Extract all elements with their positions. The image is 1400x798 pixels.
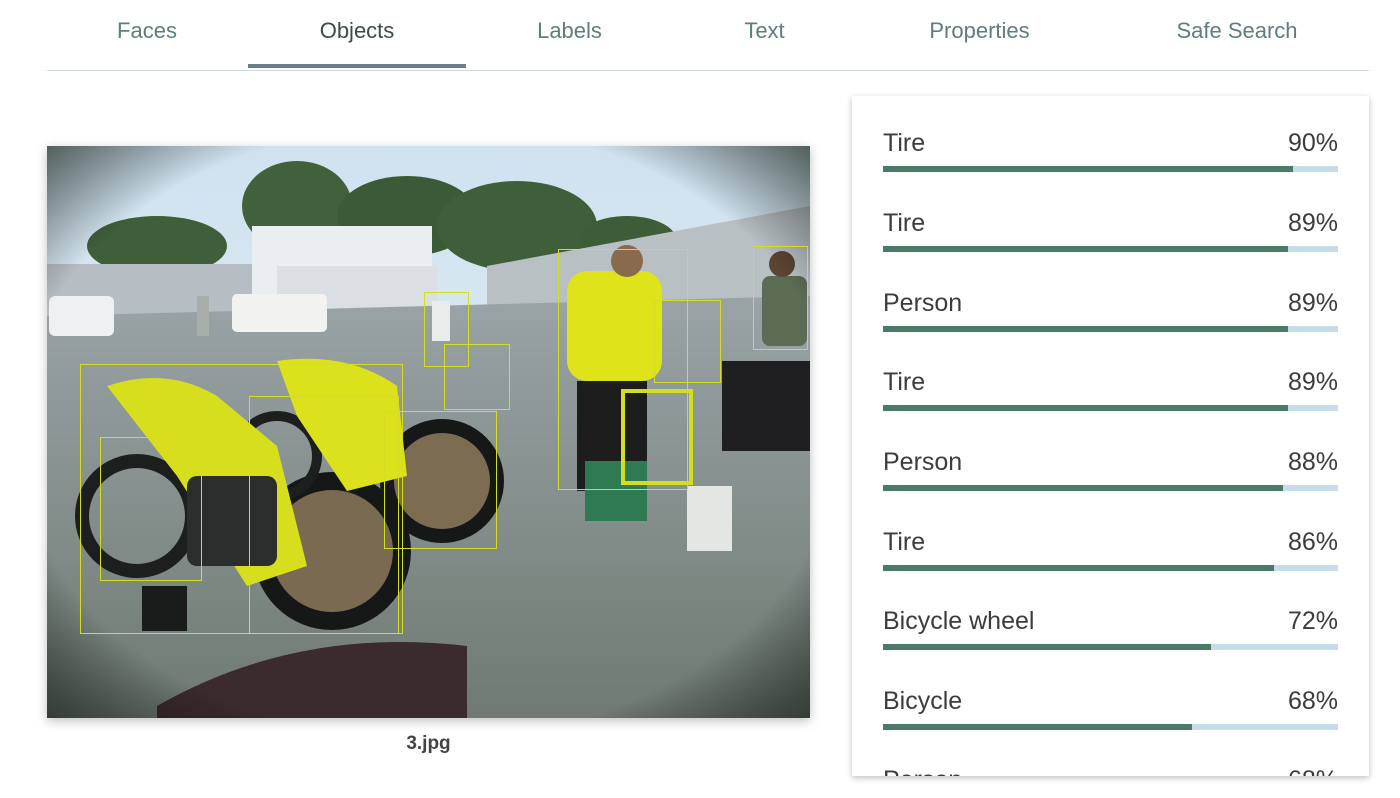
bbox-tire-1[interactable]: [100, 437, 202, 581]
score-bar-track: [883, 644, 1338, 650]
result-row[interactable]: Tire 89%: [883, 368, 1338, 428]
result-row[interactable]: Person 89%: [883, 289, 1338, 349]
tab-text[interactable]: Text: [687, 0, 842, 68]
tab-properties[interactable]: Properties: [877, 0, 1082, 68]
result-row[interactable]: Tire 90%: [883, 129, 1338, 189]
result-label: Person: [883, 289, 963, 317]
result-label: Tire: [883, 528, 926, 556]
score-bar-fill: [883, 724, 1193, 730]
bbox-tire-2[interactable]: [249, 396, 399, 634]
result-label: Person: [883, 766, 962, 776]
score-bar-fill: [883, 485, 1284, 491]
score-bar-track: [883, 246, 1338, 252]
score-bar-fill: [883, 246, 1288, 252]
score-bar-track: [883, 326, 1338, 332]
tab-labels[interactable]: Labels: [487, 0, 652, 68]
score-bar-track: [883, 485, 1338, 491]
tab-objects[interactable]: Objects: [247, 0, 467, 68]
score-bar-fill: [883, 166, 1293, 172]
image-filename: 3.jpg: [406, 733, 451, 754]
result-row[interactable]: Person 68%: [883, 766, 1338, 776]
score-bar-fill: [883, 405, 1288, 411]
result-score: 68%: [1287, 687, 1338, 715]
result-score: 68%: [1288, 766, 1338, 776]
score-bar-track: [883, 166, 1338, 172]
tab-safe-search[interactable]: Safe Search: [1127, 0, 1347, 68]
result-score: 89%: [1287, 289, 1338, 317]
result-row[interactable]: Person 88%: [883, 448, 1338, 508]
tab-bar: Faces Objects Labels Text Properties Saf…: [47, 0, 1369, 71]
bbox-tire-3[interactable]: [384, 411, 497, 549]
score-bar-fill: [883, 565, 1275, 571]
result-row[interactable]: Bicycle wheel 72%: [883, 607, 1338, 667]
result-score: 89%: [1287, 209, 1338, 237]
result-label: Tire: [883, 209, 926, 237]
tab-faces[interactable]: Faces: [67, 0, 227, 68]
result-score: 89%: [1287, 368, 1338, 396]
score-bar-track: [883, 565, 1338, 571]
result-label: Tire: [883, 368, 926, 396]
result-score: 90%: [1287, 129, 1338, 157]
analyzed-image: [47, 146, 810, 718]
bbox-person-right[interactable]: [753, 246, 808, 350]
bbox-tire-selected[interactable]: [621, 389, 693, 485]
result-label: Tire: [883, 129, 926, 157]
bbox-person-mid[interactable]: [654, 300, 721, 383]
score-bar-track: [883, 405, 1338, 411]
result-row[interactable]: Bicycle 68%: [883, 687, 1338, 747]
score-bar-fill: [883, 644, 1211, 650]
result-score: 86%: [1287, 528, 1338, 556]
result-score: 88%: [1287, 448, 1338, 476]
object-results-panel[interactable]: Tire 90% Tire 89% Person 89% Tire 89% Pe…: [852, 96, 1369, 776]
result-label: Bicycle: [883, 687, 963, 715]
result-row[interactable]: Tire 89%: [883, 209, 1338, 269]
bbox-bicycle-wheel[interactable]: [444, 344, 510, 410]
active-tab-indicator: [248, 64, 466, 68]
result-score: 72%: [1287, 607, 1338, 635]
result-label: Person: [883, 448, 963, 476]
result-row[interactable]: Tire 86%: [883, 528, 1338, 588]
result-label: Bicycle wheel: [883, 607, 1035, 635]
score-bar-fill: [883, 326, 1288, 332]
score-bar-track: [883, 724, 1338, 730]
